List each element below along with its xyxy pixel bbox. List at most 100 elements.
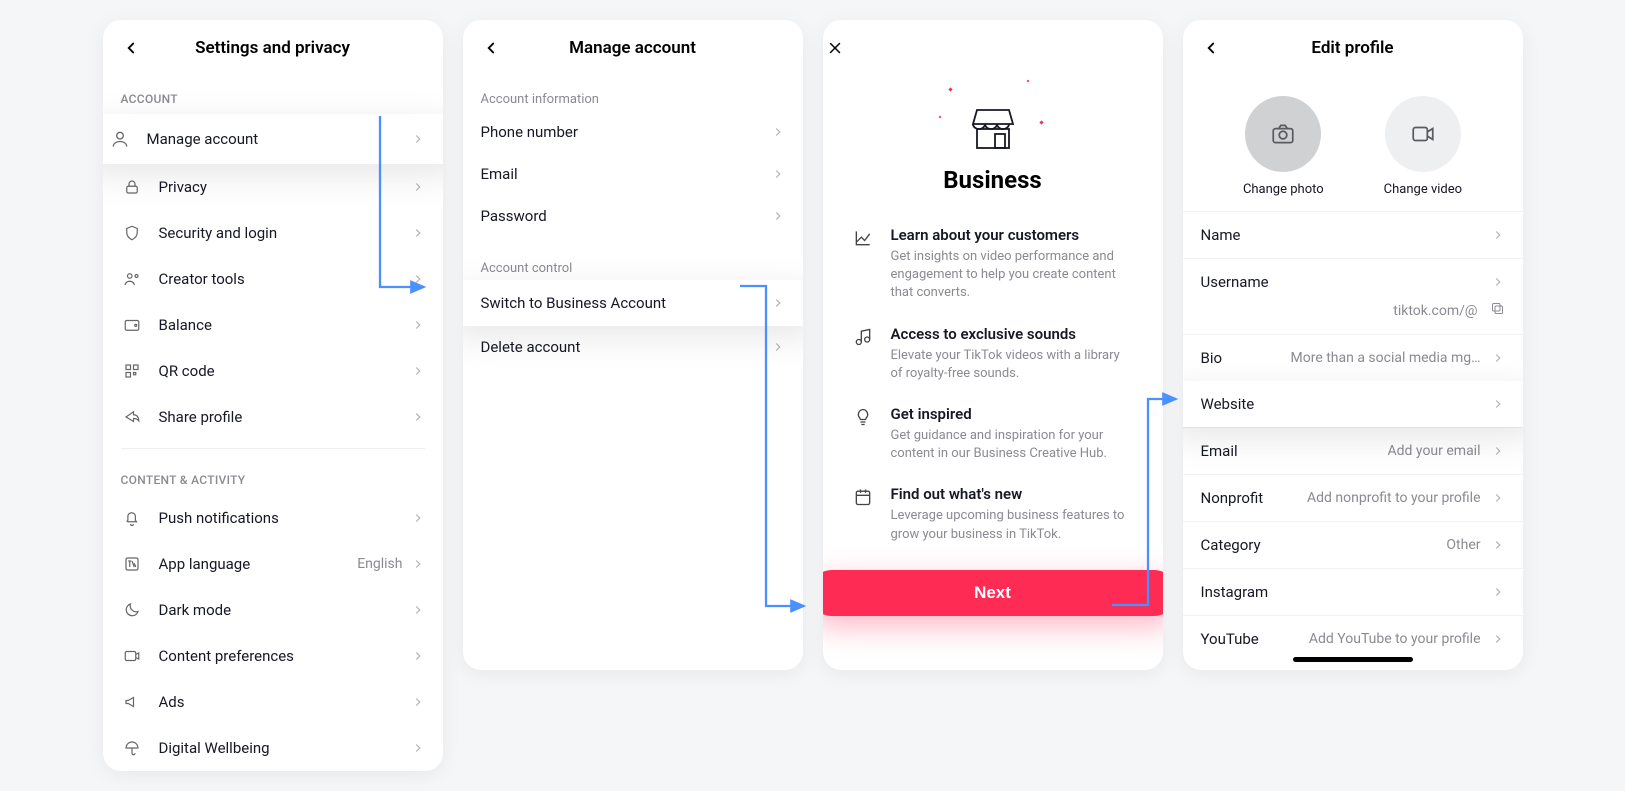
settings-and-privacy-screen: Settings and privacy ACCOUNT Manage acco… <box>103 20 443 771</box>
calendar-icon <box>853 487 875 509</box>
chevron-right-icon <box>411 603 425 617</box>
photo-avatar <box>1245 96 1321 172</box>
screen-header <box>823 20 1163 76</box>
chevron-right-icon <box>411 511 425 525</box>
screen-header: Manage account <box>463 20 803 76</box>
back-button[interactable] <box>119 36 143 60</box>
business-features: Learn about your customers Get insights … <box>823 210 1163 574</box>
change-photo[interactable]: Change photo <box>1243 96 1324 197</box>
ads-row[interactable]: Ads <box>103 679 443 725</box>
page-title: Manage account <box>569 38 696 58</box>
chevron-right-icon <box>771 296 785 310</box>
instagram-row[interactable]: Instagram <box>1183 568 1523 615</box>
page-title: Settings and privacy <box>195 38 350 58</box>
back-button[interactable] <box>479 36 503 60</box>
chevron-right-icon <box>411 272 425 286</box>
lock-icon <box>121 176 143 198</box>
privacy-row[interactable]: Privacy <box>103 164 443 210</box>
feature-sounds: Access to exclusive sounds Elevate your … <box>853 325 1133 383</box>
chevron-right-icon <box>411 364 425 378</box>
bell-icon <box>121 507 143 529</box>
qr-icon <box>121 360 143 382</box>
close-icon <box>826 39 844 57</box>
chevron-right-icon <box>771 167 785 181</box>
delete-account-row[interactable]: Delete account <box>463 326 803 368</box>
business-title: Business <box>823 166 1163 194</box>
wallet-icon <box>121 314 143 336</box>
chevron-right-icon <box>411 741 425 755</box>
moon-icon <box>121 599 143 621</box>
avatar-row: Change photo Change video <box>1183 76 1523 211</box>
security-row[interactable]: Security and login <box>103 210 443 256</box>
chevron-right-icon <box>1491 228 1505 242</box>
home-indicator <box>1293 657 1413 662</box>
feature-learn: Learn about your customers Get insights … <box>853 226 1133 303</box>
chevron-right-icon <box>411 318 425 332</box>
balance-row[interactable]: Balance <box>103 302 443 348</box>
copy-icon[interactable] <box>1490 301 1505 320</box>
creator-icon <box>121 268 143 290</box>
chevron-right-icon <box>411 180 425 194</box>
camera-icon <box>1270 121 1296 147</box>
section-label-account: ACCOUNT <box>103 76 443 114</box>
chevron-right-icon <box>411 132 425 146</box>
music-icon <box>853 327 875 349</box>
website-row[interactable]: Website <box>1183 381 1523 427</box>
phone-number-row[interactable]: Phone number <box>463 111 803 153</box>
section-label-info: Account information <box>463 76 803 111</box>
chevron-right-icon <box>1491 585 1505 599</box>
chevron-right-icon <box>1491 538 1505 552</box>
next-button[interactable]: Next <box>823 570 1163 616</box>
close-button[interactable] <box>823 36 847 60</box>
section-label-control: Account control <box>463 237 803 280</box>
chevron-right-icon <box>771 209 785 223</box>
section-label-content: CONTENT & ACTIVITY <box>103 457 443 495</box>
chevron-right-icon <box>771 125 785 139</box>
umbrella-icon <box>121 737 143 759</box>
megaphone-icon <box>121 691 143 713</box>
chevron-right-icon <box>1491 444 1505 458</box>
chevron-left-icon <box>1202 39 1220 57</box>
content-preferences-row[interactable]: Content preferences <box>103 633 443 679</box>
dark-mode-row[interactable]: Dark mode <box>103 587 443 633</box>
switch-to-business-row[interactable]: Switch to Business Account <box>463 280 803 326</box>
email-row[interactable]: Email <box>463 153 803 195</box>
screen-header: Edit profile <box>1183 20 1523 76</box>
nonprofit-row[interactable]: Nonprofit Add nonprofit to your profile <box>1183 474 1523 521</box>
name-row[interactable]: Name <box>1183 211 1523 258</box>
qr-code-row[interactable]: QR code <box>103 348 443 394</box>
chevron-right-icon <box>1491 275 1505 289</box>
chevron-right-icon <box>771 340 785 354</box>
app-language-row[interactable]: App language English <box>103 541 443 587</box>
business-hero: Business <box>823 76 1163 210</box>
person-icon <box>109 128 131 150</box>
chevron-left-icon <box>122 39 140 57</box>
chevron-left-icon <box>482 39 500 57</box>
language-icon <box>121 553 143 575</box>
share-profile-row[interactable]: Share profile <box>103 394 443 440</box>
chevron-right-icon <box>411 695 425 709</box>
video-icon <box>121 645 143 667</box>
screen-header: Settings and privacy <box>103 20 443 76</box>
lightbulb-icon <box>853 407 875 429</box>
creator-tools-row[interactable]: Creator tools <box>103 256 443 302</box>
category-row[interactable]: Category Other <box>1183 521 1523 568</box>
manage-account-screen: Manage account Account information Phone… <box>463 20 803 670</box>
chevron-right-icon <box>411 649 425 663</box>
username-row[interactable]: Username <box>1183 258 1523 305</box>
digital-wellbeing-row[interactable]: Digital Wellbeing <box>103 725 443 771</box>
profile-url-row[interactable]: tiktok.com/@ <box>1183 301 1523 334</box>
change-video[interactable]: Change video <box>1384 96 1462 197</box>
manage-account-row[interactable]: Manage account <box>103 114 443 164</box>
email-row[interactable]: Email Add your email <box>1183 427 1523 474</box>
youtube-row[interactable]: YouTube Add YouTube to your profile <box>1183 615 1523 662</box>
page-title: Edit profile <box>1311 38 1393 58</box>
back-button[interactable] <box>1199 36 1223 60</box>
bio-row[interactable]: Bio More than a social media mgmt softwa… <box>1183 334 1523 381</box>
push-notifications-row[interactable]: Push notifications <box>103 495 443 541</box>
video-icon <box>1410 121 1436 147</box>
chevron-right-icon <box>411 226 425 240</box>
chevron-right-icon <box>1491 351 1505 365</box>
password-row[interactable]: Password <box>463 195 803 237</box>
chevron-right-icon <box>1491 632 1505 646</box>
